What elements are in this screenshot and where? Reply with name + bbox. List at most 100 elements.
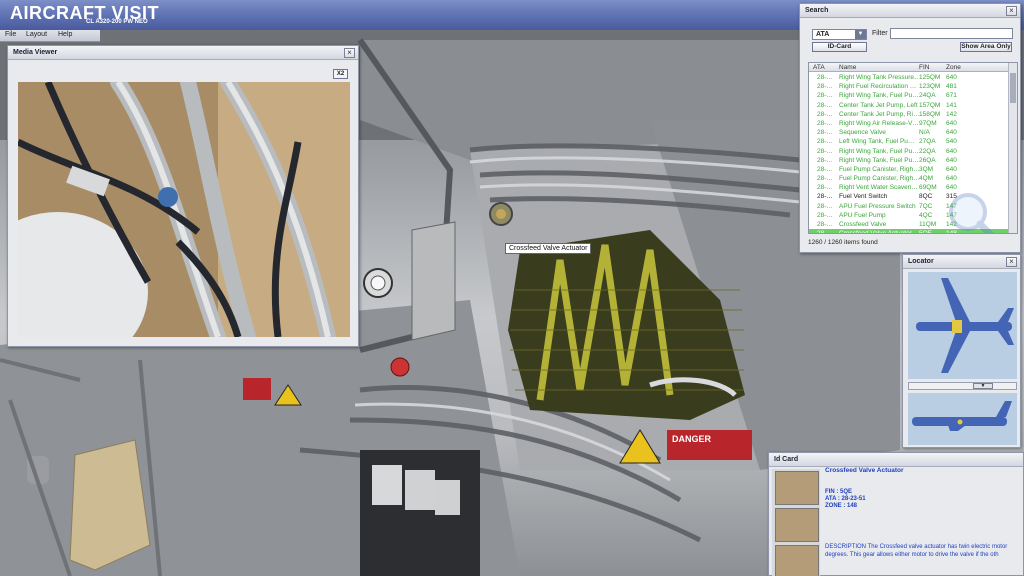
result-cell-ata: 28-… bbox=[817, 138, 833, 146]
filter-input[interactable] bbox=[890, 28, 1013, 39]
result-cell-ata: 28-… bbox=[817, 129, 833, 137]
component-description: DESCRIPTION The Crossfeed valve actuator… bbox=[825, 543, 1024, 559]
result-cell-ata: 28-… bbox=[817, 147, 833, 155]
close-icon[interactable]: × bbox=[1006, 257, 1017, 267]
result-cell-ata: 28-… bbox=[817, 110, 833, 118]
id-card-button[interactable]: ID-Card bbox=[812, 42, 867, 52]
zoom-x2-button[interactable]: X2 bbox=[333, 69, 348, 79]
menu-layout[interactable]: Layout bbox=[26, 31, 47, 38]
result-cell-name: Fuel Pump Canister, Righ… bbox=[839, 165, 919, 173]
result-cell-ata: 28-… bbox=[817, 221, 833, 228]
id-card-thumbnail[interactable] bbox=[775, 508, 819, 542]
result-cell-fin: 7QC bbox=[919, 202, 933, 210]
locator-header[interactable]: Locator × bbox=[903, 255, 1020, 269]
column-ata[interactable]: ATA bbox=[813, 64, 825, 71]
result-row[interactable]: 28-… Crossfeed Valve 11QM 142 bbox=[809, 220, 1009, 229]
result-row[interactable]: 28-… Right Wing Tank, Fuel Pu… 24QA 671 bbox=[809, 91, 1009, 100]
results-count: 1260 / 1260 items found bbox=[808, 239, 878, 246]
dropdown-arrow-icon[interactable]: ▼ bbox=[855, 30, 866, 39]
aircraft-top-view-icon bbox=[916, 278, 1014, 373]
menu-bar: File Layout Help bbox=[0, 30, 100, 42]
result-cell-zone: 142 bbox=[946, 110, 957, 118]
results-rows: 28-… Right Wing Tank Pressure… 125QM 640 28-… bbox=[809, 73, 1009, 234]
result-cell-ata: 28-… bbox=[817, 74, 833, 81]
id-card-title: Id Card bbox=[774, 456, 799, 463]
result-cell-fin: 26QA bbox=[919, 156, 936, 164]
result-cell-fin: 97QM bbox=[919, 119, 937, 127]
result-row[interactable]: 28-… Right Wing Tank, Fuel Pu… 26QA 640 bbox=[809, 156, 1009, 165]
result-cell-fin: 4QM bbox=[919, 175, 934, 183]
result-cell-zone: 142 bbox=[946, 221, 957, 228]
result-row[interactable]: 28-… Left Wing Tank, Fuel Pu… 27QA 540 bbox=[809, 137, 1009, 146]
category-select[interactable]: ATA ▼ bbox=[812, 29, 867, 40]
results-scroll-thumb[interactable] bbox=[1010, 73, 1016, 103]
result-row[interactable]: 28-… APU Fuel Pressure Switch 7QC 147 bbox=[809, 202, 1009, 211]
result-row[interactable]: 28-… Fuel Pump Canister, Righ… 3QM 640 bbox=[809, 165, 1009, 174]
result-row[interactable]: 28-… Right Wing Tank, Fuel Pu… 22QA 640 bbox=[809, 147, 1009, 156]
result-cell-zone: 640 bbox=[946, 74, 957, 81]
id-card-thumbnail[interactable] bbox=[775, 471, 819, 505]
component-name: Crossfeed Valve Actuator bbox=[825, 467, 904, 474]
category-select-value: ATA bbox=[816, 31, 830, 38]
result-cell-fin: N/A bbox=[919, 129, 930, 137]
close-icon[interactable]: × bbox=[344, 48, 355, 58]
result-cell-name: Right Wing Air Release-V… bbox=[839, 119, 919, 127]
result-cell-name: Crossfeed Valve bbox=[839, 221, 887, 228]
result-cell-fin: 125QM bbox=[919, 74, 941, 81]
result-cell-fin: 157QM bbox=[919, 101, 941, 109]
menu-file[interactable]: File bbox=[5, 31, 16, 38]
result-cell-name: Right Wing Tank Pressure… bbox=[839, 74, 919, 81]
result-cell-zone: 315 bbox=[946, 193, 957, 201]
locator-slider[interactable]: ▼ bbox=[908, 382, 1017, 390]
result-row[interactable]: 28-… Fuel Pump Canister, Righ… 4QM 640 bbox=[809, 174, 1009, 183]
result-row[interactable]: 28-… Center Tank Jet Pump, Ri… 158QM 142 bbox=[809, 110, 1009, 119]
result-cell-ata: 28-… bbox=[817, 211, 833, 219]
result-cell-zone: 640 bbox=[946, 129, 957, 137]
results-list[interactable]: ATA Name FIN Zone 28-… Right Wing Tank Pr… bbox=[808, 62, 1018, 234]
aircraft-side-view[interactable] bbox=[908, 393, 1017, 445]
aircraft-top-view[interactable] bbox=[908, 272, 1017, 379]
show-area-only-button[interactable]: Show Area Only bbox=[960, 42, 1012, 52]
result-cell-zone: 147 bbox=[946, 202, 957, 210]
result-cell-zone: 141 bbox=[946, 101, 957, 109]
result-cell-ata: 28-… bbox=[817, 165, 833, 173]
aircraft-side-view-icon bbox=[912, 401, 1012, 431]
close-icon[interactable]: × bbox=[1006, 6, 1017, 16]
component-tooltip: Crossfeed Valve Actuator bbox=[505, 243, 592, 254]
result-row[interactable]: 28-… Fuel Vent Switch 8QC 315 bbox=[809, 192, 1009, 201]
result-row[interactable]: 28-… Right Vent Water Scaven… 69QM 640 bbox=[809, 183, 1009, 192]
column-fin[interactable]: FIN bbox=[919, 64, 929, 71]
menu-help[interactable]: Help bbox=[58, 31, 72, 38]
result-cell-fin: 4QC bbox=[919, 211, 933, 219]
media-viewer-header[interactable]: Media Viewer × bbox=[8, 46, 358, 60]
media-viewer-title: Media Viewer bbox=[13, 49, 58, 56]
result-row[interactable]: 28-… Right Fuel Recirculation … 123QM 481 bbox=[809, 82, 1009, 91]
result-cell-fin: 22QA bbox=[919, 147, 936, 155]
result-cell-ata: 28-… bbox=[817, 202, 833, 210]
result-row[interactable]: 28-… Sequence Valve N/A 640 bbox=[809, 128, 1009, 137]
result-cell-zone: 148 bbox=[946, 230, 957, 234]
search-header[interactable]: Search × bbox=[800, 4, 1020, 18]
result-cell-ata: 28-… bbox=[817, 184, 833, 192]
result-row[interactable]: 28-… Crossfeed Valve Actuator 5QE 148 bbox=[809, 229, 1009, 234]
id-card-header[interactable]: Id Card bbox=[769, 453, 1023, 467]
locator-slider-thumb[interactable]: ▼ bbox=[973, 383, 993, 389]
result-cell-zone: 147 bbox=[946, 211, 957, 219]
result-cell-zone: 640 bbox=[946, 184, 957, 192]
result-cell-zone: 640 bbox=[946, 119, 957, 127]
result-row[interactable]: 28-… Right Wing Air Release-V… 97QM 640 bbox=[809, 119, 1009, 128]
result-cell-name: Right Wing Tank, Fuel Pu… bbox=[839, 147, 919, 155]
component-photo bbox=[18, 82, 350, 337]
result-row[interactable]: 28-… Center Tank Jet Pump, Left 157QM 141 bbox=[809, 101, 1009, 110]
result-row[interactable]: 28-… Right Wing Tank Pressure… 125QM 640 bbox=[809, 73, 1009, 82]
column-name[interactable]: Name bbox=[839, 64, 856, 71]
result-row[interactable]: 28-… APU Fuel Pump 4QC 147 bbox=[809, 211, 1009, 220]
column-zone[interactable]: Zone bbox=[946, 64, 961, 71]
id-card-thumbnail[interactable] bbox=[775, 545, 819, 576]
result-cell-fin: 123QM bbox=[919, 83, 941, 91]
result-cell-fin: 27QA bbox=[919, 138, 936, 146]
results-scrollbar[interactable] bbox=[1008, 63, 1017, 233]
search-panel: Search × ATA ▼ Filter : ID-Card Show Are… bbox=[799, 3, 1021, 253]
result-cell-name: Right Fuel Recirculation … bbox=[839, 83, 917, 91]
result-cell-name: APU Fuel Pump bbox=[839, 211, 886, 219]
